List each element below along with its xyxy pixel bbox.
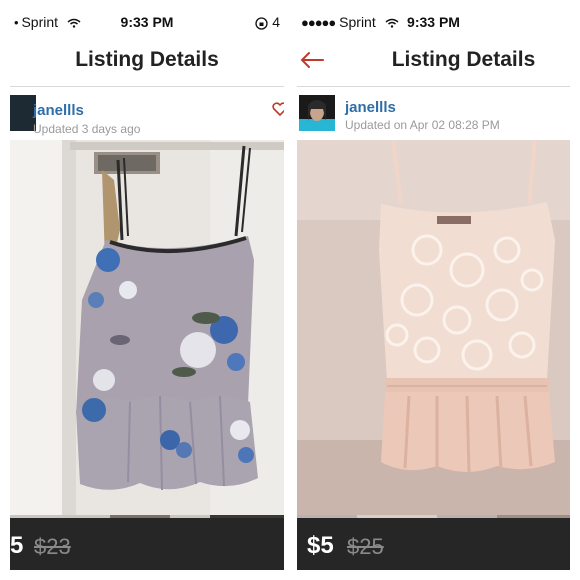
back-arrow-icon[interactable] [299,50,325,70]
heart-icon[interactable] [272,101,284,117]
status-right-text: 4 [272,14,280,30]
seller-row[interactable]: janellls Updated on Apr 02 08:28 PM [297,87,570,139]
nav-bar: Listing Details [10,34,284,87]
page-title: Listing Details [391,48,536,71]
status-bar: • Sprint 9:33 PM 4 [10,10,284,34]
status-time: 9:33 PM [407,14,460,30]
price-bar: 5 $23 [10,518,284,570]
updated-timestamp: Updated on Apr 02 08:28 PM [345,118,500,132]
floral-camisole-image [10,140,284,515]
avatar[interactable] [299,95,335,131]
original-price: $25 [347,534,384,559]
listing-screen-left: • Sprint 9:33 PM 4 Listing Details janel… [10,10,284,570]
updated-timestamp: Updated 3 days ago [33,122,141,136]
listing-photo[interactable] [297,140,570,515]
price: $5 [307,532,334,559]
nav-bar: Listing Details [297,34,570,87]
page-title: Listing Details [75,48,219,71]
seller-username[interactable]: janellls [345,99,396,116]
listing-photo[interactable] [10,140,284,515]
original-price: $23 [34,534,71,559]
status-time: 9:33 PM [120,14,174,30]
seller-username[interactable]: janellls [33,102,84,119]
lace-camisole-image [297,140,570,515]
price: 5 [10,532,24,559]
seller-row[interactable]: janellls Updated 3 days ago [10,87,284,139]
rotation-lock-icon [255,17,268,30]
status-bar: ●●●●● Sprint 9:33 PM [297,10,570,34]
listing-screen-right: ●●●●● Sprint 9:33 PM Listing Details jan… [297,10,570,570]
price-bar: $5 $25 [297,518,570,570]
